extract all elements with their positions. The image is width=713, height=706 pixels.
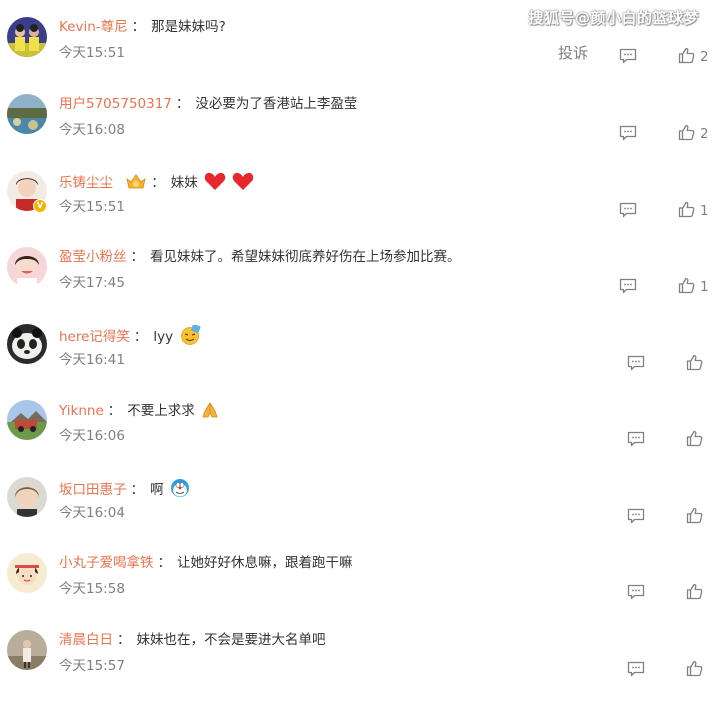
comment-icon[interactable]	[627, 661, 645, 677]
like-icon[interactable]	[678, 201, 695, 218]
comment-item: 用户5705750317： 没必要为了香港站上李盈莹 今天16:08 2	[0, 94, 713, 170]
comment-icon[interactable]	[619, 125, 637, 141]
comment-item: 盈莹小粉丝： 看见妹妹了。希望妹妹彻底养好伤在上场参加比赛。 今天17:45 1	[0, 247, 713, 323]
timestamp: 今天16:08	[59, 122, 125, 138]
separator: ：	[133, 329, 148, 345]
crown-emoji	[126, 174, 146, 189]
avatar[interactable]	[7, 477, 47, 517]
separator: ：	[175, 96, 190, 112]
timestamp: 今天15:51	[59, 199, 125, 215]
report-button[interactable]: 投诉	[558, 44, 588, 62]
comment-text: 妹妹	[170, 175, 198, 191]
avatar[interactable]	[7, 17, 47, 57]
timestamp: 今天15:57	[59, 658, 125, 674]
like-icon[interactable]	[686, 354, 703, 371]
username[interactable]: here记得笑	[59, 329, 130, 345]
comment-icon[interactable]	[619, 278, 637, 294]
like-icon[interactable]	[678, 124, 695, 141]
comment-text: 啊	[150, 482, 164, 498]
separator: ：	[130, 249, 145, 265]
separator: ：	[157, 555, 172, 571]
avatar[interactable]	[7, 247, 47, 287]
like-count: 1	[700, 279, 709, 295]
comment-text: lyy	[153, 329, 174, 345]
comment-icon[interactable]	[627, 431, 645, 447]
comment-text: 让她好好休息嘛，跟着跑干嘛	[177, 555, 353, 571]
avatar[interactable]	[7, 553, 47, 593]
avatar[interactable]	[7, 630, 47, 670]
like-count: 2	[700, 126, 709, 142]
username[interactable]: 小丸子爱喝拿铁	[59, 555, 154, 571]
timestamp: 今天16:41	[59, 352, 125, 368]
like-icon[interactable]	[678, 47, 695, 64]
separator: ：	[117, 632, 131, 648]
username[interactable]: 乐铸尘尘	[59, 175, 113, 191]
timestamp: 今天16:04	[59, 505, 125, 521]
like-icon[interactable]	[686, 430, 703, 447]
timestamp: 今天15:58	[59, 581, 125, 597]
pray-emoji	[202, 402, 218, 418]
separator: ：	[107, 403, 122, 419]
comment-icon[interactable]	[619, 202, 637, 218]
timestamp: 今天17:45	[59, 275, 125, 291]
username[interactable]: 清晨白日	[59, 632, 113, 648]
comment-text: 那是妹妹吗?	[151, 19, 226, 35]
heart-emoji	[204, 172, 226, 190]
timestamp: 今天16:06	[59, 428, 125, 444]
comment-text: 妹妹也在，不会是要进大名单吧	[136, 632, 326, 648]
like-count: 1	[700, 203, 709, 219]
face-emoji	[181, 325, 201, 345]
like-icon[interactable]	[686, 660, 703, 677]
avatar[interactable]	[7, 400, 47, 440]
comment-item: Yiknne： 不要上求求 今天16:06	[0, 400, 713, 476]
avatar[interactable]	[7, 94, 47, 134]
timestamp: 今天15:51	[59, 45, 125, 61]
comment-item: here记得笑： lyy 今天16:41	[0, 324, 713, 400]
separator: ：	[151, 175, 165, 191]
comment-item: 小丸子爱喝拿铁： 让她好好休息嘛，跟着跑干嘛 今天15:58	[0, 553, 713, 629]
comment-icon[interactable]	[627, 355, 645, 371]
comment-icon[interactable]	[627, 508, 645, 524]
doraemon-emoji	[170, 479, 189, 497]
username[interactable]: Kevin-尊尼	[59, 19, 128, 35]
comment-item: 坂口田惠子： 啊 今天16:04	[0, 477, 713, 553]
comment-item: Kevin-尊尼： 那是妹妹吗? 今天15:51 投诉 2	[0, 17, 713, 93]
separator: ：	[131, 19, 146, 35]
like-count: 2	[700, 49, 709, 65]
avatar[interactable]	[7, 324, 47, 364]
username[interactable]: 坂口田惠子	[59, 482, 127, 498]
comment-text: 不要上求求	[127, 403, 195, 419]
like-icon[interactable]	[686, 583, 703, 600]
like-icon[interactable]	[678, 277, 695, 294]
comment-text: 看见妹妹了。希望妹妹彻底养好伤在上场参加比赛。	[150, 249, 461, 265]
comment-icon[interactable]	[627, 584, 645, 600]
username[interactable]: 用户5705750317	[59, 96, 172, 112]
comment-item: 清晨白日： 妹妹也在，不会是要进大名单吧 今天15:57	[0, 630, 713, 706]
comment-item: V 乐铸尘尘 ： 妹妹 今天15:51 1	[0, 171, 713, 247]
separator: ：	[130, 482, 145, 498]
like-icon[interactable]	[686, 507, 703, 524]
comment-icon[interactable]	[619, 48, 637, 64]
vip-badge-icon: V	[33, 199, 47, 213]
comment-text: 没必要为了香港站上李盈莹	[195, 96, 358, 112]
heart-emoji	[233, 172, 254, 190]
username[interactable]: 盈莹小粉丝	[59, 249, 127, 265]
username[interactable]: Yiknne	[59, 403, 104, 419]
